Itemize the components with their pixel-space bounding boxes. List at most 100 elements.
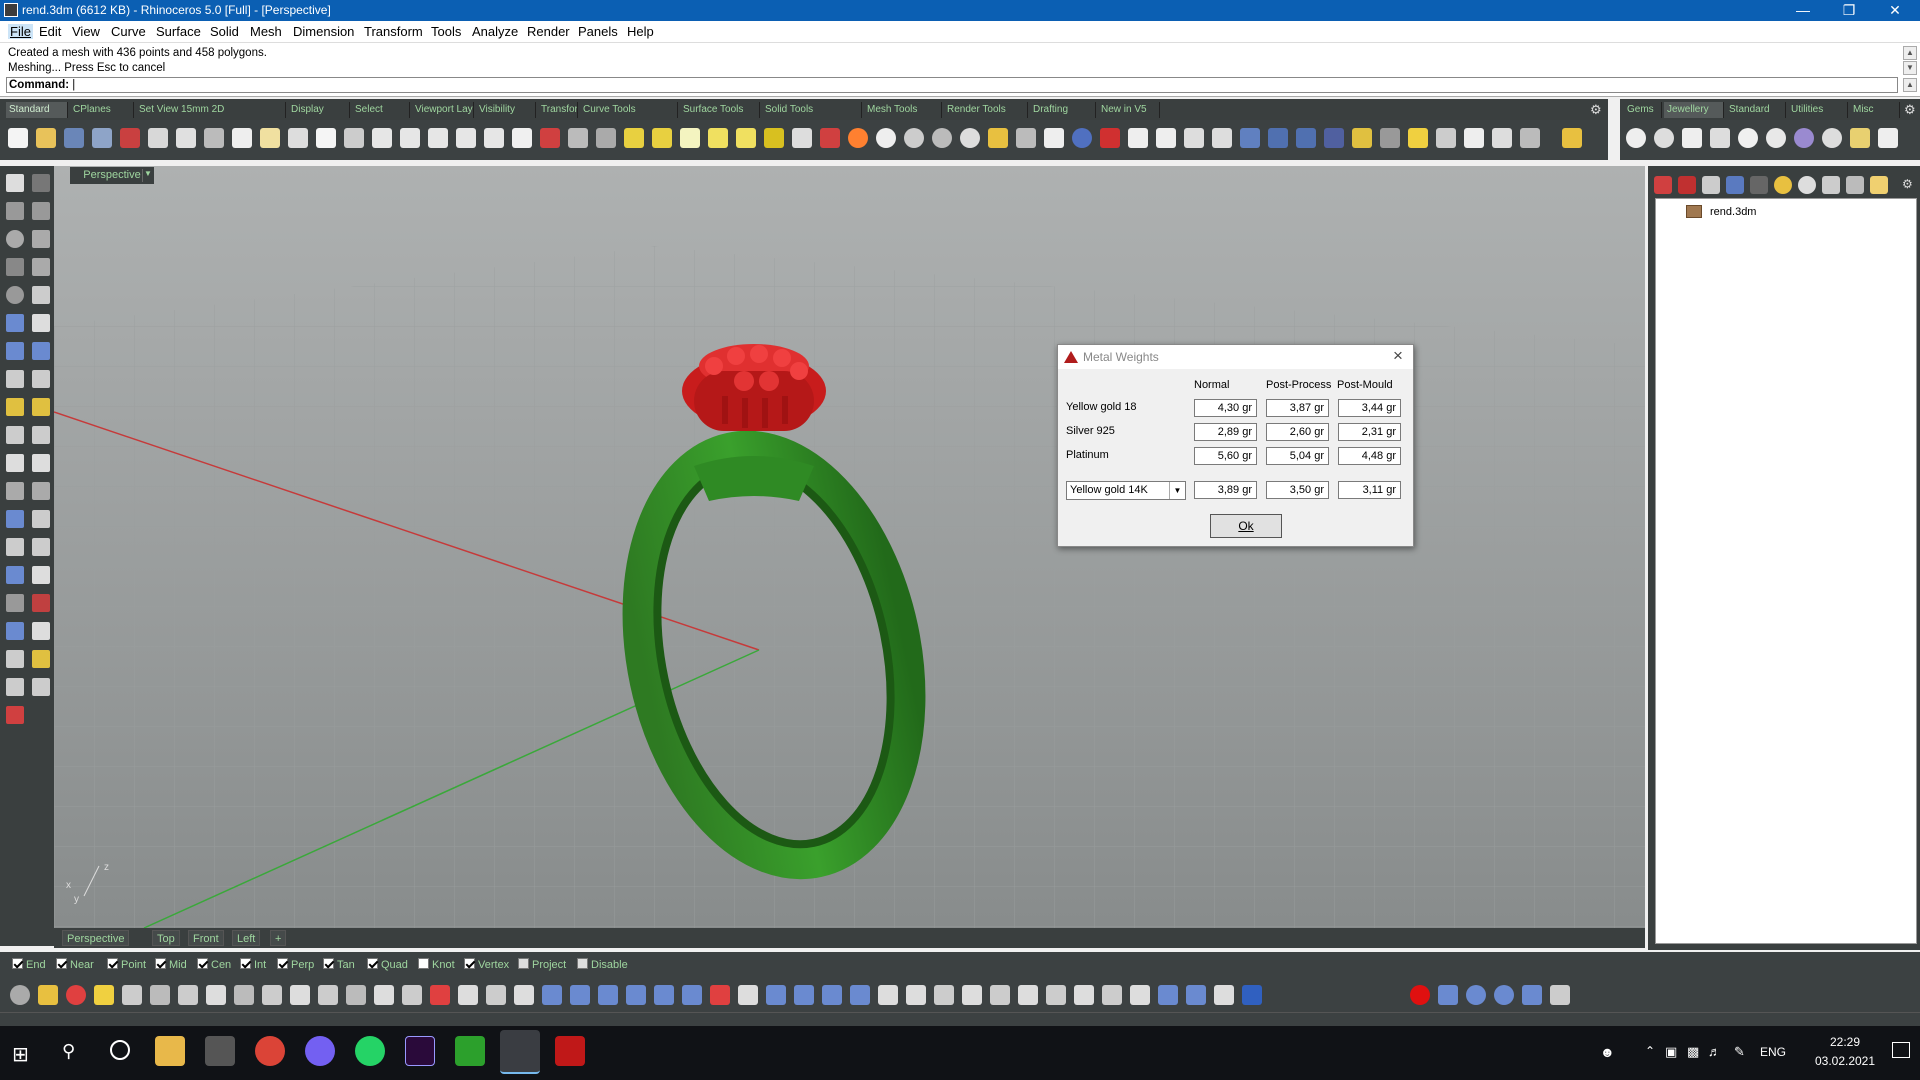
explode-icon[interactable] — [6, 398, 24, 416]
zoom-window-icon[interactable] — [400, 128, 420, 148]
menu-surface[interactable]: Surface — [156, 24, 201, 39]
dimension-icon[interactable] — [1296, 128, 1316, 148]
tab-top[interactable]: Top — [152, 930, 180, 946]
split-icon[interactable] — [6, 426, 24, 444]
weight-field[interactable]: 3,50 gr — [1266, 481, 1329, 499]
fillet-icon[interactable] — [6, 482, 24, 500]
match-icon[interactable] — [990, 985, 1010, 1005]
sphere-icon[interactable] — [654, 985, 674, 1005]
windows-start-icon[interactable]: ⊞ — [12, 1042, 29, 1067]
flow-icon[interactable] — [318, 985, 338, 1005]
osnap-perp[interactable]: Perp — [277, 958, 314, 972]
tab-mesh-tools[interactable]: Mesh Tools — [864, 102, 942, 118]
sun-tab-icon[interactable] — [1774, 176, 1792, 194]
save-as-icon[interactable] — [92, 128, 112, 148]
circle-icon[interactable] — [6, 230, 24, 248]
copy-icon[interactable] — [232, 128, 252, 148]
render-preview-icon[interactable] — [1128, 128, 1148, 148]
grid-tool-icon[interactable] — [1186, 985, 1206, 1005]
red-sphere-icon[interactable] — [1410, 985, 1430, 1005]
file-explorer-icon[interactable] — [155, 1036, 185, 1066]
premiere-icon[interactable] — [405, 1036, 435, 1066]
menu-file[interactable]: File — [8, 24, 33, 39]
weight-field[interactable]: 3,89 gr — [1194, 481, 1257, 499]
render-window-icon[interactable] — [1156, 128, 1176, 148]
checkbox-icon[interactable] — [418, 958, 429, 969]
close-button[interactable]: ✕ — [1872, 0, 1918, 21]
point-icon[interactable] — [32, 174, 50, 192]
tab-solid-tools[interactable]: Solid Tools — [762, 102, 862, 118]
moon-icon[interactable] — [1466, 985, 1486, 1005]
dimension-tool-icon[interactable] — [32, 566, 50, 584]
network-icon[interactable]: ▩ — [1687, 1044, 1699, 1060]
record-icon[interactable] — [710, 985, 730, 1005]
osnap-vertex[interactable]: Vertex — [464, 958, 509, 972]
checkbox-icon[interactable] — [518, 958, 529, 969]
blend-icon[interactable] — [962, 985, 982, 1005]
curve-tool-icon[interactable] — [234, 985, 254, 1005]
checkbox-icon[interactable] — [577, 958, 588, 969]
menu-solid[interactable]: Solid — [210, 24, 239, 39]
cube-icon[interactable] — [1268, 128, 1288, 148]
tab-perspective[interactable]: Perspective — [62, 930, 130, 946]
gauge-icon[interactable] — [1380, 128, 1400, 148]
help-tab-icon[interactable] — [1798, 176, 1816, 194]
bracelet-icon[interactable] — [1878, 128, 1898, 148]
material-tab-icon[interactable] — [1678, 176, 1696, 194]
render-tab-icon[interactable] — [1726, 176, 1744, 194]
named-views-tab-icon[interactable] — [1822, 176, 1840, 194]
weight-field[interactable]: 4,30 gr — [1194, 399, 1257, 417]
trim-icon[interactable] — [32, 398, 50, 416]
rendered-sphere-icon[interactable] — [932, 128, 952, 148]
rectangle-icon[interactable] — [32, 258, 50, 276]
restore-button[interactable]: ❐ — [1826, 0, 1872, 21]
group-icon[interactable] — [6, 454, 24, 472]
snap-icon[interactable] — [122, 985, 142, 1005]
menu-transform[interactable]: Transform — [364, 24, 423, 39]
zoom-icon[interactable] — [372, 128, 392, 148]
plugin-icon[interactable] — [1550, 985, 1570, 1005]
tab-misc[interactable]: Misc — [1850, 102, 1900, 118]
select-arrow-icon[interactable] — [6, 174, 24, 192]
image-icon[interactable] — [1492, 128, 1512, 148]
checkbox-icon[interactable] — [277, 958, 288, 969]
checkbox-icon[interactable] — [12, 958, 23, 969]
zoom-extents-icon[interactable] — [428, 128, 448, 148]
cortana-icon[interactable] — [110, 1040, 130, 1060]
join-icon[interactable] — [32, 426, 50, 444]
circle-tools-icon[interactable] — [32, 230, 50, 248]
lock-icon[interactable] — [792, 128, 812, 148]
ring-icon[interactable] — [1626, 128, 1646, 148]
offset-icon[interactable] — [262, 985, 282, 1005]
tab-surface-tools[interactable]: Surface Tools — [680, 102, 760, 118]
shank-icon[interactable] — [1710, 128, 1730, 148]
osnap-mid[interactable]: Mid — [155, 958, 187, 972]
render-icon[interactable] — [1100, 128, 1120, 148]
matrix-icon[interactable] — [455, 1036, 485, 1066]
capture-icon[interactable] — [1184, 128, 1204, 148]
chevron-down-icon[interactable]: ▼ — [1169, 482, 1185, 499]
menu-tools[interactable]: Tools — [431, 24, 461, 39]
menu-help[interactable]: Help — [627, 24, 654, 39]
tab-cplanes[interactable]: CPlanes — [70, 102, 134, 118]
pull-icon[interactable] — [514, 985, 534, 1005]
tab-display[interactable]: Display — [288, 102, 350, 118]
ok-button[interactable]: Ok — [1210, 514, 1282, 538]
edit-icon[interactable] — [38, 985, 58, 1005]
band-icon[interactable] — [1682, 128, 1702, 148]
skull-icon[interactable] — [738, 985, 758, 1005]
zoom-selected-icon[interactable] — [456, 128, 476, 148]
search-icon[interactable]: ⚲ — [62, 1041, 75, 1062]
scroll-both-icon[interactable]: ▲ — [1903, 78, 1917, 92]
gear-icon[interactable]: ⚙ — [1904, 102, 1916, 118]
torus-icon[interactable] — [682, 985, 702, 1005]
flowalong-icon[interactable] — [598, 985, 618, 1005]
menu-edit[interactable]: Edit — [39, 24, 61, 39]
save-small-icon[interactable] — [120, 128, 140, 148]
heart-icon[interactable] — [1738, 128, 1758, 148]
tab-set-view[interactable]: Set View 15mm 2D — [136, 102, 286, 118]
weight-field[interactable]: 5,60 gr — [1194, 447, 1257, 465]
osnap-project[interactable]: Project — [518, 958, 566, 972]
rotate-view-icon[interactable] — [344, 128, 364, 148]
gear-tool-icon[interactable] — [1522, 985, 1542, 1005]
